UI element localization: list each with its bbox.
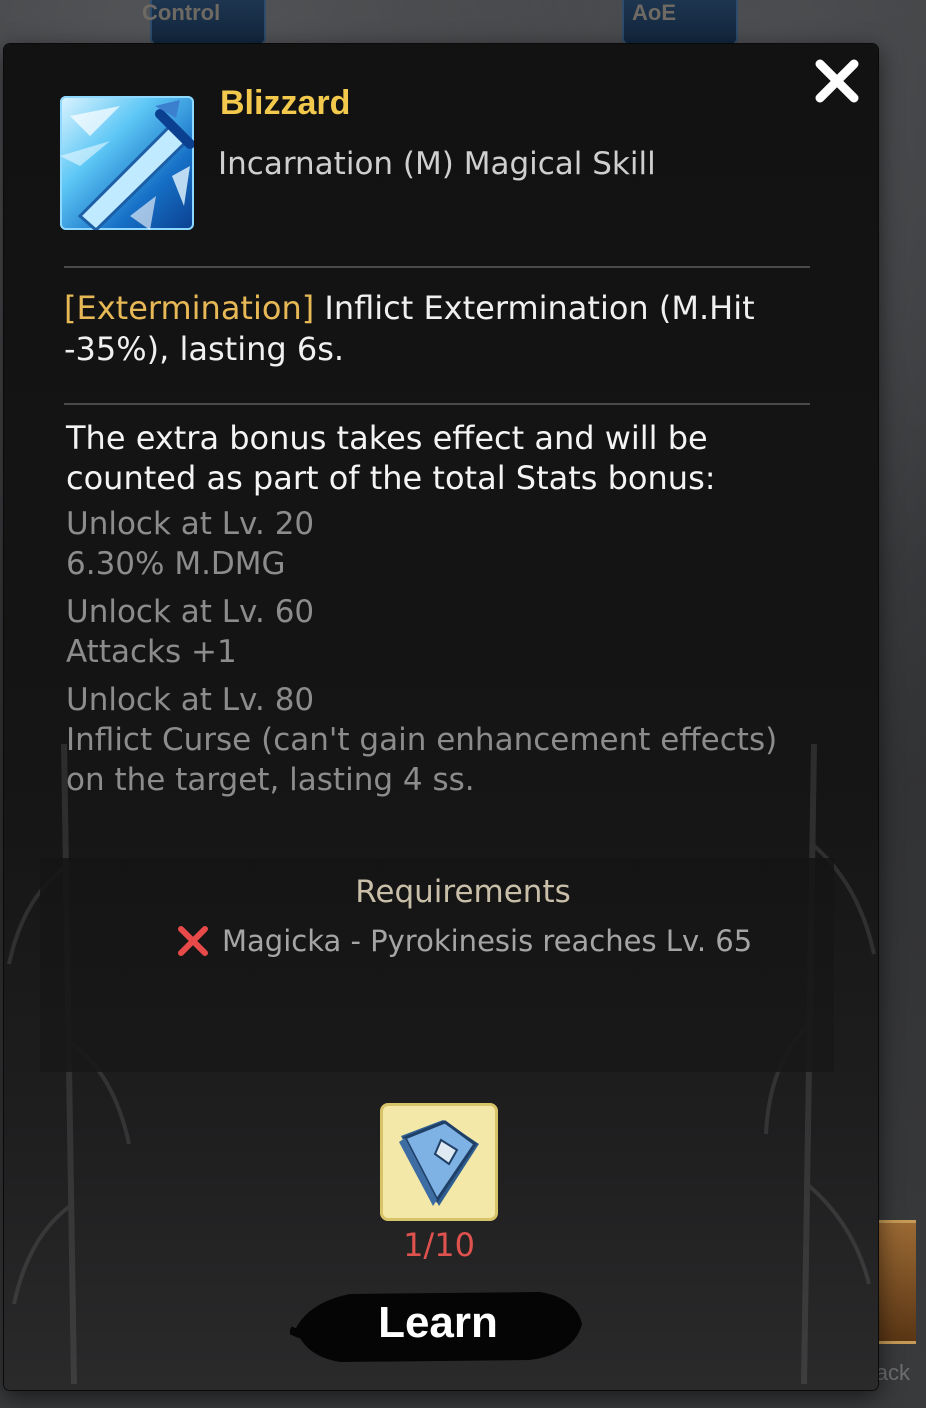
- background-tab-label-aoe: AoE: [632, 0, 676, 25]
- requirement-text: Magicka - Pyrokinesis reaches Lv. 65: [222, 924, 753, 958]
- red-x-icon: [178, 926, 208, 956]
- effect-tag: [Extermination]: [64, 289, 315, 327]
- close-icon: [815, 59, 859, 103]
- bonus-list: Unlock at Lv. 20 6.30% M.DMG Unlock at L…: [66, 504, 806, 808]
- requirement-item: Magicka - Pyrokinesis reaches Lv. 65: [176, 924, 752, 958]
- divider: [64, 403, 810, 405]
- background-back-text: ack: [875, 1360, 910, 1385]
- bonus-entry: Unlock at Lv. 20 6.30% M.DMG: [66, 504, 806, 584]
- requirements-title: Requirements: [355, 874, 571, 910]
- book-count: 1/10: [403, 1226, 475, 1264]
- bonus-effect: Attacks +1: [66, 634, 237, 670]
- bonus-unlock-level: Unlock at Lv. 20: [66, 506, 315, 542]
- bonus-unlock-level: Unlock at Lv. 80: [66, 682, 315, 718]
- skill-effect: [Extermination] Inflict Extermination (M…: [64, 288, 784, 370]
- skill-type: Incarnation (M) Magical Skill: [218, 146, 656, 182]
- learn-button-label: Learn: [378, 1298, 498, 1347]
- close-button[interactable]: [812, 56, 862, 106]
- ice-sword-icon: [60, 96, 194, 230]
- divider: [64, 266, 810, 268]
- bonus-effect: Inflict Curse (can't gain enhancement ef…: [66, 722, 778, 798]
- skill-name: Blizzard: [220, 84, 351, 122]
- bonus-unlock-level: Unlock at Lv. 60: [66, 594, 315, 630]
- bonus-entry: Unlock at Lv. 80 Inflict Curse (can't ga…: [66, 680, 806, 800]
- skill-book-icon: [399, 1120, 479, 1206]
- bonus-intro: The extra bonus takes effect and will be…: [66, 419, 716, 497]
- bonus-entry: Unlock at Lv. 60 Attacks +1: [66, 592, 806, 672]
- learn-button[interactable]: Learn: [290, 1284, 586, 1366]
- skill-book-item[interactable]: [380, 1103, 498, 1221]
- bonus-effect: 6.30% M.DMG: [66, 546, 286, 582]
- background-tab-label-control: Control: [142, 0, 221, 25]
